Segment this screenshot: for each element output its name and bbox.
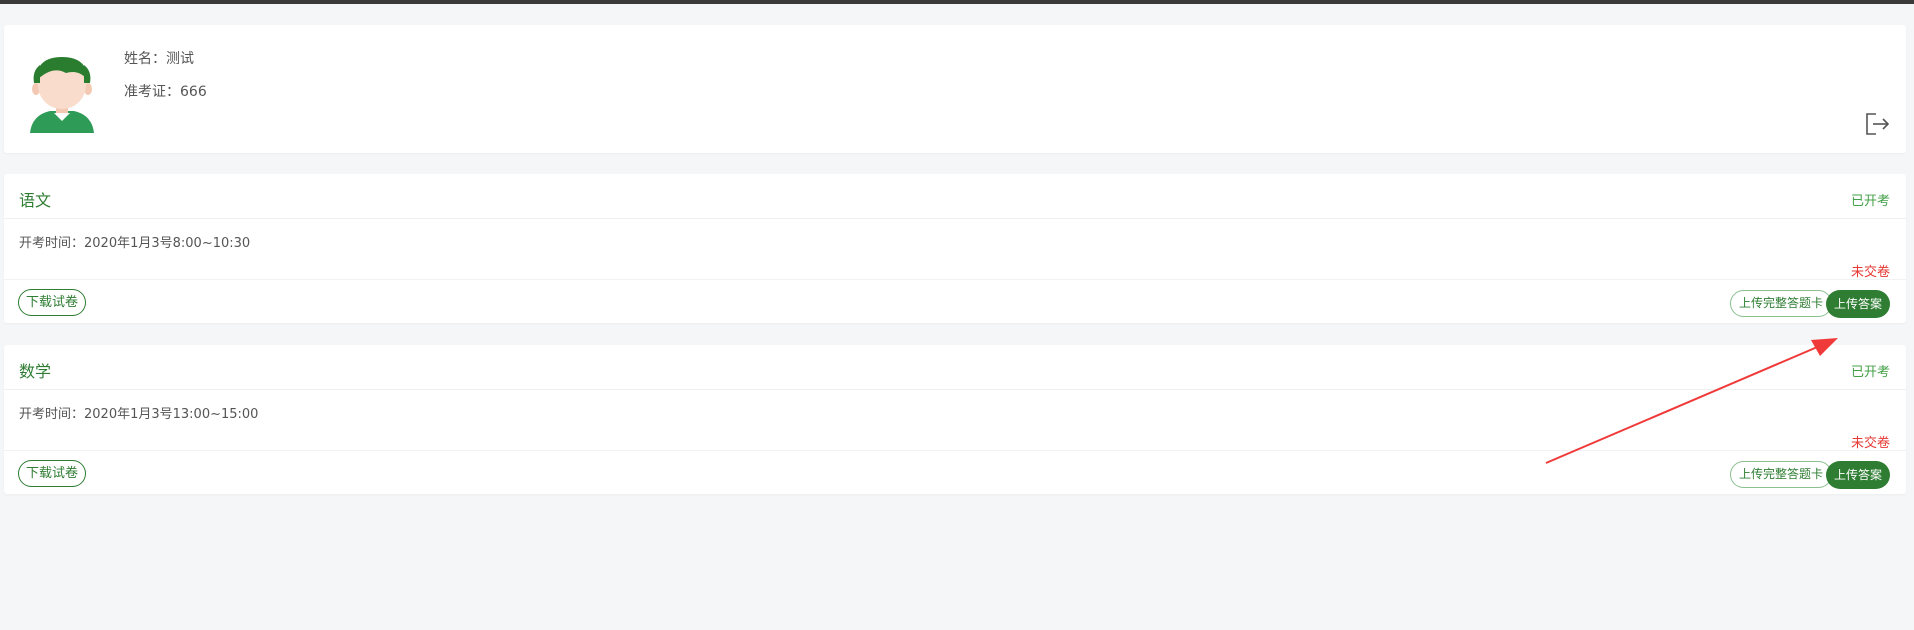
upload-answer-button[interactable]: 上传答案 bbox=[1825, 290, 1890, 318]
exam-status: 已开考 bbox=[1850, 194, 1890, 209]
exam-card-header: 语文 已开考 bbox=[4, 174, 1906, 219]
logout-icon[interactable] bbox=[1862, 109, 1892, 139]
profile-card: 姓名：测试 准考证：666 bbox=[4, 25, 1906, 153]
exam-card: 数学 已开考 开考时间：2020年1月3号13:00~15:00 未交卷 下载试… bbox=[4, 345, 1906, 494]
upload-answer-sheet-button[interactable]: 上传完整答题卡 bbox=[1729, 461, 1832, 488]
download-paper-button[interactable]: 下载试卷 bbox=[18, 460, 87, 487]
avatar bbox=[30, 57, 94, 133]
exam-time: 开考时间：2020年1月3号8:00~10:30 bbox=[19, 236, 251, 251]
admission-ticket-number: 准考证：666 bbox=[124, 84, 207, 100]
exam-status: 已开考 bbox=[1850, 365, 1890, 380]
exam-card-header: 数学 已开考 bbox=[4, 345, 1906, 390]
submission-status: 未交卷 bbox=[1850, 265, 1890, 280]
exam-time: 开考时间：2020年1月3号13:00~15:00 bbox=[19, 407, 259, 422]
exam-card-actions: 下载试卷 上传完整答题卡 上传答案 bbox=[4, 450, 1906, 494]
upload-answer-sheet-button[interactable]: 上传完整答题卡 bbox=[1729, 290, 1832, 317]
exam-card-actions: 下载试卷 上传完整答题卡 上传答案 bbox=[4, 279, 1906, 323]
submission-status: 未交卷 bbox=[1850, 436, 1890, 451]
user-name: 姓名：测试 bbox=[124, 51, 194, 67]
exam-card: 语文 已开考 开考时间：2020年1月3号8:00~10:30 未交卷 下载试卷… bbox=[4, 174, 1906, 323]
top-bar bbox=[0, 0, 1914, 4]
exam-subject: 数学 bbox=[19, 362, 52, 381]
download-paper-button[interactable]: 下载试卷 bbox=[18, 289, 87, 316]
upload-answer-button[interactable]: 上传答案 bbox=[1825, 461, 1890, 489]
exam-subject: 语文 bbox=[19, 191, 52, 210]
